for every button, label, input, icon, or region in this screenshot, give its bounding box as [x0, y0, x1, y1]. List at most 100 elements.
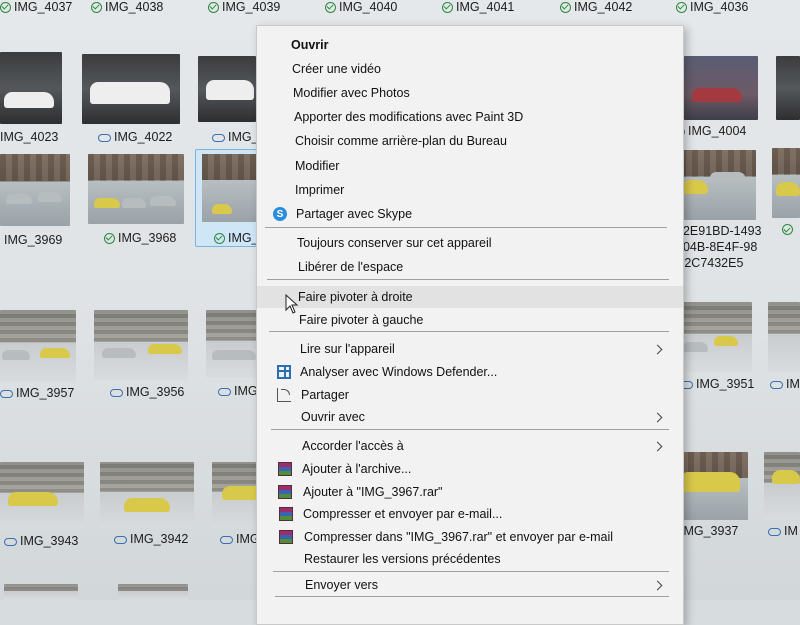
photo-thumbnail[interactable] [100, 462, 194, 528]
file-name: IMG_3943 [20, 534, 79, 548]
file-name: IMG_4022 [114, 130, 173, 144]
file-long-name-line[interactable]: 404B-8E4F-98 [676, 240, 757, 254]
file-label[interactable]: IMG_3951 [680, 377, 754, 391]
menu-separator [273, 571, 669, 572]
menu-item-compress-rar-email[interactable]: Compresser dans "IMG_3967.rar" et envoye… [257, 526, 683, 548]
menu-item-rotate-right[interactable]: Faire pivoter à droite [257, 286, 683, 308]
menu-separator [269, 331, 669, 332]
file-label[interactable]: IMG_3942 [114, 532, 188, 546]
file-label[interactable]: IMG_4040 [325, 0, 397, 14]
chevron-right-icon [652, 412, 663, 422]
file-label[interactable]: IMG_3957 [0, 386, 74, 400]
file-label[interactable]: IMG_3956 [110, 385, 184, 399]
menu-item-restore-versions[interactable]: Restaurer les versions précédentes [257, 548, 683, 570]
file-name: IMG_3951 [696, 377, 755, 391]
photo-thumbnail[interactable] [206, 310, 262, 378]
file-name: IM [784, 524, 798, 538]
file-name: 404B-8E4F-98 [676, 240, 758, 254]
synced-check-icon [0, 1, 11, 13]
menu-item-wallpaper[interactable]: Choisir comme arrière-plan du Bureau [257, 130, 683, 152]
winrar-icon [279, 507, 293, 521]
file-name: IMG_4038 [105, 0, 164, 14]
menu-item-label: Analyser avec Windows Defender... [300, 365, 498, 379]
file-label[interactable]: IMG_3943 [4, 534, 78, 548]
photo-thumbnail[interactable] [198, 56, 256, 122]
menu-item-open-with[interactable]: Ouvrir avec [257, 406, 683, 428]
menu-item-print[interactable]: Imprimer [257, 179, 683, 201]
file-label[interactable]: IMG_4037 [0, 0, 72, 14]
photo-thumbnail[interactable] [776, 56, 800, 120]
menu-item-free-space[interactable]: Libérer de l'espace [257, 256, 683, 278]
menu-item-edit[interactable]: Modifier [257, 155, 683, 177]
chevron-right-icon [652, 344, 663, 354]
file-label[interactable] [782, 224, 793, 235]
photo-thumbnail[interactable] [4, 584, 78, 600]
photo-thumbnail[interactable] [94, 310, 188, 380]
menu-item-grant-access[interactable]: Accorder l'accès à [257, 435, 683, 457]
photo-thumbnail[interactable] [678, 302, 752, 372]
file-long-name-line[interactable]: E2C7432E5 [676, 256, 743, 270]
file-name: IMG_3968 [118, 231, 177, 245]
photo-thumbnail[interactable] [768, 302, 800, 372]
file-label[interactable]: IMG_4042 [560, 0, 632, 14]
menu-item-share-skype[interactable]: S Partager avec Skype [257, 203, 683, 225]
photo-thumbnail[interactable] [118, 584, 188, 600]
file-name: IMG_4042 [574, 0, 633, 14]
menu-item-label: Partager avec Skype [296, 207, 413, 221]
menu-item-play-on-device[interactable]: Lire sur l'appareil [257, 338, 683, 360]
file-label[interactable]: IMG_ [214, 231, 259, 245]
file-label[interactable]: IMG_4022 [98, 130, 172, 144]
file-label[interactable]: IMG_3969 [4, 233, 62, 247]
menu-item-label: Créer une vidéo [292, 62, 381, 76]
file-name: 32E91BD-1493 [676, 224, 762, 238]
menu-item-compress-email[interactable]: Compresser et envoyer par e-mail... [257, 503, 683, 525]
photo-thumbnail[interactable] [0, 462, 84, 530]
file-name: IMG_4041 [456, 0, 515, 14]
photo-thumbnail[interactable] [88, 154, 184, 224]
file-name: IMG_3942 [130, 532, 189, 546]
menu-item-add-archive[interactable]: Ajouter à l'archive... [257, 458, 683, 480]
photo-thumbnail[interactable] [82, 54, 180, 124]
synced-check-icon [325, 1, 336, 13]
menu-item-scan-defender[interactable]: Analyser avec Windows Defender... [257, 361, 683, 383]
menu-item-open[interactable]: Ouvrir [257, 34, 683, 56]
chevron-right-icon [652, 580, 663, 590]
photo-thumbnail[interactable] [0, 154, 70, 226]
file-label[interactable]: IM [768, 524, 798, 538]
file-label[interactable]: IMG_4023 [0, 130, 58, 144]
menu-item-share[interactable]: Partager [257, 384, 683, 406]
file-label[interactable]: IMG_3968 [104, 231, 176, 245]
menu-item-add-rar[interactable]: Ajouter à "IMG_3967.rar" [257, 481, 683, 503]
file-label[interactable]: IMG_4039 [208, 0, 280, 14]
menu-item-paint3d[interactable]: Apporter des modifications avec Paint 3D [257, 106, 683, 128]
photo-thumbnail[interactable] [676, 452, 748, 520]
menu-separator [275, 596, 669, 597]
photo-thumbnail[interactable] [0, 310, 76, 382]
file-label[interactable]: IM [770, 377, 800, 391]
photo-thumbnail[interactable] [772, 148, 800, 218]
menu-item-label: Ajouter à "IMG_3967.rar" [303, 485, 443, 499]
file-label[interactable]: IMG_4036 [676, 0, 748, 14]
menu-item-label: Choisir comme arrière-plan du Bureau [295, 134, 507, 148]
file-name: IMG_3969 [4, 233, 63, 247]
winrar-icon [279, 530, 293, 544]
file-long-name-line[interactable]: 32E91BD-1493 [676, 224, 761, 238]
synced-check-icon [676, 1, 687, 13]
menu-item-edit-photos[interactable]: Modifier avec Photos [257, 82, 683, 104]
menu-item-send-to[interactable]: Envoyer vers [257, 574, 683, 596]
photo-thumbnail[interactable] [680, 150, 756, 220]
menu-separator [265, 227, 667, 228]
file-label[interactable]: IMG_ [212, 130, 259, 144]
photo-thumbnail[interactable] [684, 56, 758, 120]
file-name: IMG_4023 [0, 130, 59, 144]
synced-check-icon [560, 1, 571, 13]
file-label[interactable]: IMG_4041 [442, 0, 514, 14]
menu-item-rotate-left[interactable]: Faire pivoter à gauche [257, 309, 683, 331]
menu-item-create-video[interactable]: Créer une vidéo [257, 58, 683, 80]
photo-thumbnail[interactable] [0, 52, 62, 124]
menu-item-keep-on-device[interactable]: Toujours conserver sur cet appareil [257, 232, 683, 254]
photo-thumbnail[interactable] [764, 452, 800, 520]
cloud-icon [0, 390, 13, 398]
context-menu: Ouvrir Créer une vidéo Modifier avec Pho… [256, 25, 684, 625]
file-label[interactable]: IMG_4038 [91, 0, 163, 14]
